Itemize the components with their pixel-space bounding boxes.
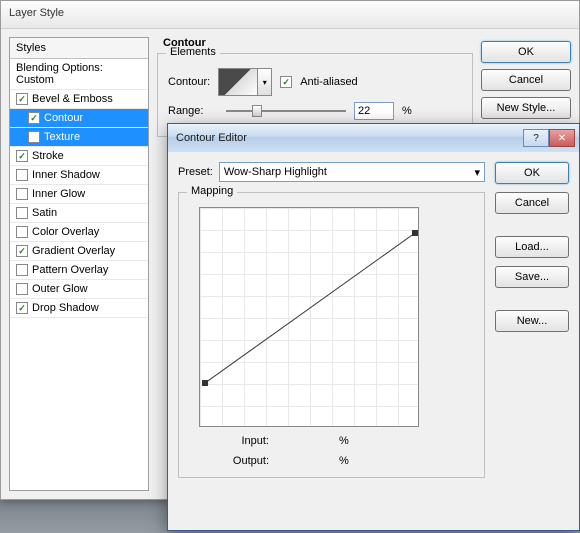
style-checkbox[interactable]: [16, 150, 28, 162]
style-item-contour[interactable]: Contour: [10, 109, 148, 128]
cancel-button[interactable]: Cancel: [481, 69, 571, 91]
style-label: Stroke: [32, 150, 64, 162]
style-item-texture[interactable]: Texture: [10, 128, 148, 147]
style-checkbox[interactable]: [16, 283, 28, 295]
range-input[interactable]: [354, 102, 394, 120]
styles-header[interactable]: Styles: [10, 38, 148, 59]
ok-button[interactable]: OK: [481, 41, 571, 63]
output-unit: %: [339, 455, 349, 467]
style-label: Outer Glow: [32, 283, 88, 295]
style-label: Color Overlay: [32, 226, 99, 238]
range-unit: %: [402, 105, 412, 117]
style-item-inner-shadow[interactable]: Inner Shadow: [10, 166, 148, 185]
close-icon[interactable]: ✕: [549, 129, 575, 147]
style-checkbox[interactable]: [16, 188, 28, 200]
style-label: Bevel & Emboss: [32, 93, 113, 105]
anti-aliased-label: Anti-aliased: [300, 76, 357, 88]
editor-titlebar[interactable]: Contour Editor ? ✕: [168, 124, 579, 152]
contour-swatch[interactable]: [218, 68, 258, 96]
layer-style-title: Layer Style: [1, 1, 579, 29]
styles-panel: Styles Blending Options: Custom Bevel & …: [9, 37, 149, 491]
style-item-satin[interactable]: Satin: [10, 204, 148, 223]
style-label: Gradient Overlay: [32, 245, 115, 257]
contour-label: Contour:: [168, 76, 210, 88]
chevron-down-icon: ▾: [474, 166, 480, 179]
style-label: Inner Glow: [32, 188, 85, 200]
style-checkbox[interactable]: [28, 131, 40, 143]
style-item-outer-glow[interactable]: Outer Glow: [10, 280, 148, 299]
style-label: Pattern Overlay: [32, 264, 108, 276]
style-checkbox[interactable]: [16, 226, 28, 238]
editor-ok-button[interactable]: OK: [495, 162, 569, 184]
anti-aliased-checkbox[interactable]: [280, 76, 292, 88]
contour-dropdown-arrow[interactable]: ▾: [258, 68, 272, 96]
style-label: Contour: [44, 112, 83, 124]
editor-title: Contour Editor: [176, 132, 247, 144]
save-button[interactable]: Save...: [495, 266, 569, 288]
style-item-drop-shadow[interactable]: Drop Shadow: [10, 299, 148, 318]
preset-select[interactable]: Wow-Sharp Highlight ▾: [219, 162, 485, 182]
elements-legend: Elements: [166, 46, 220, 58]
style-checkbox[interactable]: [16, 207, 28, 219]
style-checkbox[interactable]: [16, 93, 28, 105]
range-slider[interactable]: [226, 103, 346, 119]
editor-cancel-button[interactable]: Cancel: [495, 192, 569, 214]
style-checkbox[interactable]: [16, 302, 28, 314]
style-label: Inner Shadow: [32, 169, 100, 181]
style-label: Drop Shadow: [32, 302, 99, 314]
contour-editor-dialog: Contour Editor ? ✕ Preset: Wow-Sharp Hig…: [167, 123, 580, 531]
new-button[interactable]: New...: [495, 310, 569, 332]
load-button[interactable]: Load...: [495, 236, 569, 258]
editor-buttons: OK Cancel Load... Save... New...: [495, 162, 569, 520]
style-item-pattern-overlay[interactable]: Pattern Overlay: [10, 261, 148, 280]
preset-label: Preset:: [178, 166, 213, 178]
style-item-stroke[interactable]: Stroke: [10, 147, 148, 166]
output-label: Output:: [219, 455, 269, 467]
style-item-color-overlay[interactable]: Color Overlay: [10, 223, 148, 242]
input-label: Input:: [219, 435, 269, 447]
mapping-graph[interactable]: [199, 207, 419, 427]
style-checkbox[interactable]: [16, 169, 28, 181]
style-checkbox[interactable]: [16, 264, 28, 276]
help-icon[interactable]: ?: [523, 129, 549, 147]
style-item-bevel-emboss[interactable]: Bevel & Emboss: [10, 90, 148, 109]
style-checkbox[interactable]: [16, 245, 28, 257]
style-item-inner-glow[interactable]: Inner Glow: [10, 185, 148, 204]
input-unit: %: [339, 435, 349, 447]
range-label: Range:: [168, 105, 218, 117]
mapping-legend: Mapping: [187, 185, 237, 197]
style-item-gradient-overlay[interactable]: Gradient Overlay: [10, 242, 148, 261]
new-style-button[interactable]: New Style...: [481, 97, 571, 119]
preset-value: Wow-Sharp Highlight: [224, 166, 327, 178]
style-checkbox[interactable]: [28, 112, 40, 124]
style-label: Satin: [32, 207, 57, 219]
mapping-fieldset: Mapping Input: % Output: %: [178, 192, 485, 478]
blending-options-item[interactable]: Blending Options: Custom: [10, 59, 148, 90]
style-label: Texture: [44, 131, 80, 143]
